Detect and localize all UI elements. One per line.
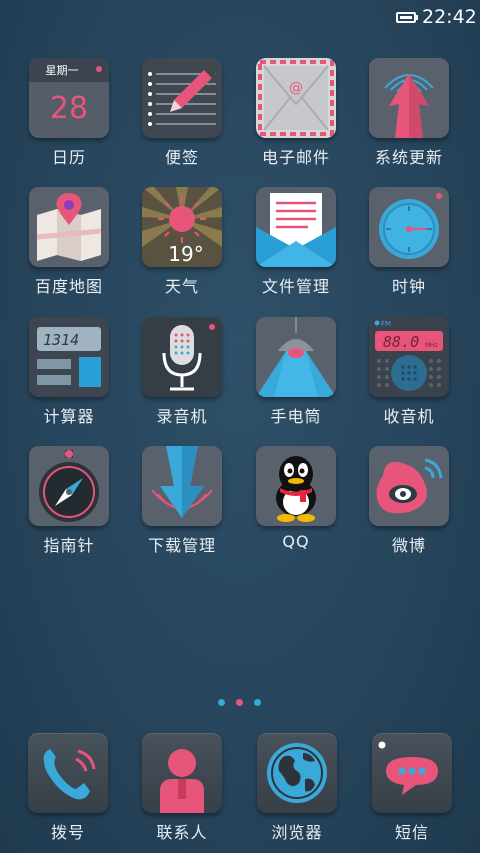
app-label: 指南针	[43, 536, 95, 555]
compass-icon	[29, 446, 109, 526]
app-weather[interactable]: 19° 天气	[132, 187, 232, 297]
dock-app-contacts[interactable]: 联系人	[132, 733, 232, 843]
app-label: 电子邮件	[261, 148, 330, 167]
calculator-display: 1314	[43, 331, 79, 349]
app-label: 微博	[391, 536, 426, 555]
notepad-icon	[142, 58, 222, 138]
app-notepad[interactable]: 便签	[132, 58, 232, 168]
app-label: 天气	[164, 277, 199, 296]
app-calendar[interactable]: 星期一 28 日历	[19, 58, 119, 168]
dock-app-phone[interactable]: 拨号	[18, 733, 118, 843]
weather-temperature: 19°	[168, 242, 203, 266]
map-icon	[29, 187, 109, 267]
svg-text:@: @	[289, 80, 303, 96]
page-dot[interactable]	[254, 699, 261, 706]
app-compass[interactable]: 指南针	[19, 446, 119, 556]
app-email[interactable]: @ 电子邮件	[246, 58, 346, 168]
app-calculator[interactable]: 1314 计算器	[19, 317, 119, 427]
weather-icon: 19°	[142, 187, 222, 267]
recorder-icon	[142, 317, 222, 397]
app-flashlight[interactable]: 手电筒	[246, 317, 346, 427]
status-clock: 22:42	[422, 6, 477, 28]
app-file-manager[interactable]: 文件管理	[246, 187, 346, 297]
app-label: 手电筒	[270, 407, 322, 426]
email-icon: @	[256, 58, 336, 138]
radio-band: FM	[381, 320, 391, 328]
contacts-icon	[142, 733, 222, 813]
app-label: QQ	[282, 532, 310, 551]
page-dot[interactable]	[218, 699, 225, 706]
app-label: 系统更新	[374, 148, 443, 167]
battery-full-icon	[396, 12, 416, 23]
messages-icon	[372, 733, 452, 813]
calendar-icon: 星期一 28	[29, 58, 109, 138]
radio-frequency: 88.0	[383, 333, 419, 351]
page-dot-active[interactable]	[236, 699, 243, 706]
calendar-weekday: 星期一	[46, 64, 79, 77]
qq-icon	[256, 446, 336, 526]
page-indicator[interactable]	[218, 699, 264, 707]
flashlight-icon	[256, 317, 336, 397]
phone-icon	[28, 733, 108, 813]
calculator-icon: 1314	[29, 317, 109, 397]
app-label: 时钟	[391, 277, 426, 296]
app-label: 拨号	[50, 823, 85, 842]
app-label: 计算器	[43, 407, 95, 426]
browser-icon	[257, 733, 337, 813]
system-update-icon	[369, 58, 449, 138]
app-recorder[interactable]: 录音机	[132, 317, 232, 427]
radio-icon: FM 88.0 MHz	[369, 317, 449, 397]
battery-tip	[416, 15, 418, 20]
dock-app-browser[interactable]: 浏览器	[247, 733, 347, 843]
app-label: 日历	[51, 148, 86, 167]
radio-unit: MHz	[425, 342, 438, 349]
download-manager-icon	[142, 446, 222, 526]
weibo-icon	[369, 446, 449, 526]
app-radio[interactable]: FM 88.0 MHz 收音机	[359, 317, 459, 427]
clock-icon	[369, 187, 449, 267]
app-weibo[interactable]: 微博	[359, 446, 459, 556]
app-label: 下载管理	[147, 536, 216, 555]
app-clock[interactable]: 时钟	[359, 187, 459, 297]
calendar-day: 28	[50, 91, 88, 126]
file-manager-icon	[256, 187, 336, 267]
dock-app-messages[interactable]: 短信	[362, 733, 462, 843]
app-label: 短信	[394, 823, 429, 842]
app-download-manager[interactable]: 下载管理	[132, 446, 232, 556]
app-label: 文件管理	[261, 277, 330, 296]
status-bar: 22:42	[0, 0, 480, 36]
app-label: 百度地图	[34, 277, 103, 296]
app-label: 便签	[164, 148, 199, 167]
app-qq[interactable]: QQ	[246, 446, 346, 551]
app-label: 联系人	[156, 823, 208, 842]
app-label: 录音机	[156, 407, 208, 426]
app-label: 浏览器	[271, 823, 323, 842]
app-label: 收音机	[383, 407, 435, 426]
app-baidu-map[interactable]: 百度地图	[19, 187, 119, 297]
app-system-update[interactable]: 系统更新	[359, 58, 459, 168]
